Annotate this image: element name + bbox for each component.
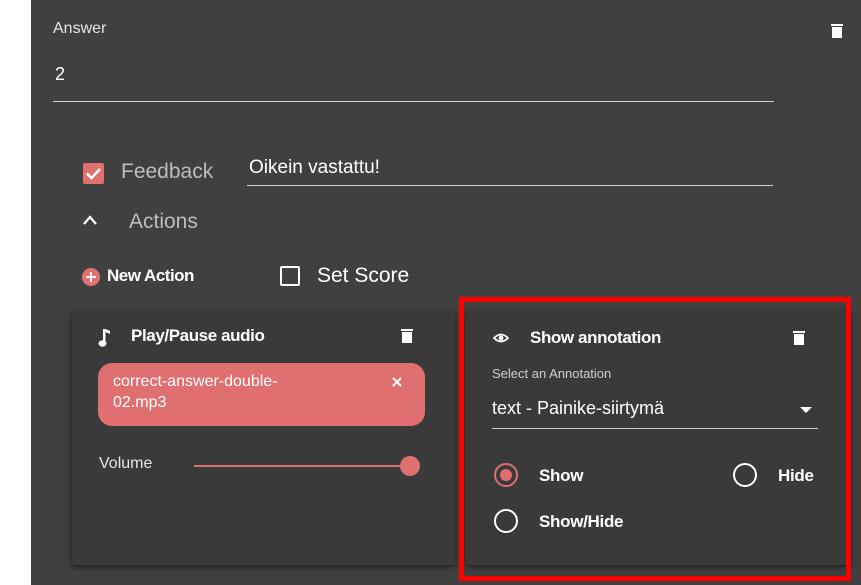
volume-slider-thumb[interactable]: [400, 456, 420, 476]
new-action-label: New Action: [107, 266, 194, 285]
audio-file-chip[interactable]: correct-answer-double- 02.mp3: [98, 363, 425, 426]
plus-circle-icon: [82, 268, 100, 286]
highlight-box: [459, 297, 851, 581]
feedback-label: Feedback: [121, 160, 214, 183]
audio-file-name-line1: correct-answer-double-: [113, 373, 278, 390]
volume-label: Volume: [99, 455, 153, 472]
answer-input[interactable]: 2: [55, 64, 65, 85]
play-pause-audio-card: Play/Pause audio correct-answer-double- …: [72, 311, 455, 565]
audio-action-title: Play/Pause audio: [131, 326, 265, 345]
chevron-up-icon: [83, 215, 97, 225]
answer-input-underline: [53, 101, 774, 102]
volume-slider-track[interactable]: [194, 465, 415, 467]
answer-label: Answer: [53, 20, 107, 37]
music-note-icon: [98, 329, 110, 347]
feedback-input[interactable]: Oikein vastattu!: [249, 157, 380, 179]
remove-file-icon[interactable]: [391, 376, 403, 388]
checkmark-icon: [86, 168, 101, 180]
feedback-checkbox[interactable]: [83, 163, 104, 184]
actions-label: Actions: [129, 210, 198, 233]
feedback-input-underline: [247, 185, 773, 186]
set-score-label: Set Score: [317, 264, 410, 287]
set-score-checkbox[interactable]: [280, 266, 300, 286]
audio-file-name-line2: 02.mp3: [113, 394, 167, 411]
